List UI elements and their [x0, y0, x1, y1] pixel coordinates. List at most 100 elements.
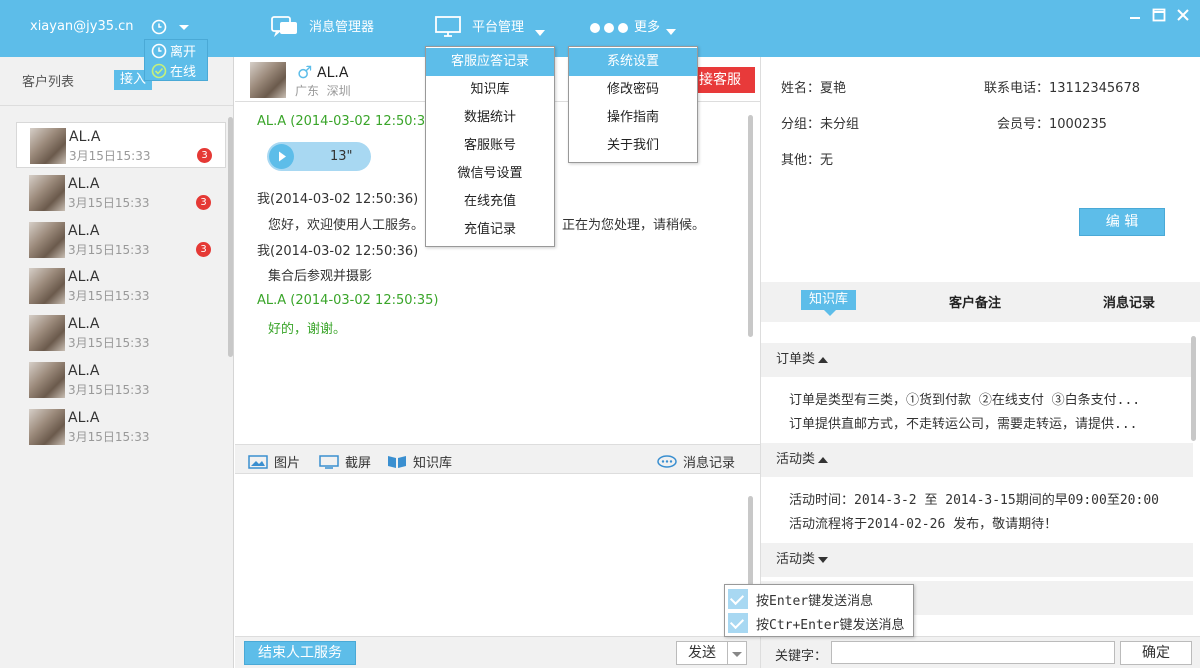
customer-item[interactable]: AL.A 3月15日15:33 3	[16, 122, 226, 168]
menu-item-service-records[interactable]: 客服应答记录	[426, 48, 554, 76]
section-header-activities[interactable]: 活动类	[761, 443, 1193, 477]
chat-scrollbar[interactable]	[748, 115, 753, 337]
message-meta: AL.A (2014-03-02 12:50:35)	[257, 293, 439, 308]
voice-message[interactable]: 13"	[267, 142, 371, 171]
more-menu: 系统设置 修改密码 操作指南 关于我们	[568, 46, 698, 163]
screenshot-icon	[319, 455, 339, 469]
message-manager-label: 消息管理器	[309, 20, 375, 35]
menu-item-online-recharge[interactable]: 在线充值	[426, 188, 554, 216]
other-value: 无	[820, 153, 834, 168]
scrollbar[interactable]	[228, 117, 233, 357]
contact-location: 广东 深圳	[295, 84, 351, 98]
customer-item[interactable]: AL.A 3月15日15:33	[16, 310, 226, 356]
customer-time: 3月15日15:33	[68, 383, 150, 397]
unread-badge: 3	[196, 195, 211, 210]
customer-name: AL.A	[68, 223, 100, 239]
knowledge-tool-label: 知识库	[413, 456, 453, 471]
knowledge-line[interactable]: 活动时间：2014-3-2 至 2014-3-15期间的早09:00至20:00	[789, 489, 1159, 508]
menu-item-guide[interactable]: 操作指南	[569, 104, 697, 132]
group-field: 分组：未分组	[781, 113, 859, 132]
knowledge-line[interactable]: 活动流程将于2014-02-26 发布，敬请期待！	[789, 513, 1057, 532]
knowledge-tool[interactable]: 知识库	[387, 452, 452, 471]
tab-customer-notes[interactable]: 客户备注	[949, 292, 1001, 311]
message-meta: 我(2014-03-02 12:50:36)	[257, 244, 419, 259]
group-value: 未分组	[820, 117, 860, 132]
send-option-ctrl-enter[interactable]: 按Ctr+Enter键发送消息	[725, 611, 913, 635]
menu-item-about[interactable]: 关于我们	[569, 132, 697, 160]
play-icon[interactable]	[269, 144, 295, 169]
unread-badge: 3	[196, 242, 211, 257]
knowledge-line[interactable]: 订单提供直邮方式，不走转运公司，需要走转运，请提供...	[789, 413, 1137, 432]
customer-time: 3月15日15:33	[68, 196, 150, 210]
menu-item-service-accounts[interactable]: 客服账号	[426, 132, 554, 160]
group-label: 分组：	[781, 117, 821, 132]
confirm-button[interactable]: 确定	[1120, 641, 1192, 665]
message-input[interactable]	[235, 474, 760, 636]
send-option-enter[interactable]: 按Enter键发送消息	[725, 587, 913, 611]
image-tool-label: 图片	[274, 456, 301, 471]
book-icon	[388, 456, 406, 468]
chevron-down-icon	[732, 652, 742, 657]
customer-item[interactable]: AL.A 3月15日15:33 3	[16, 217, 226, 263]
customer-name: AL.A	[68, 269, 100, 285]
image-tool[interactable]: 图片	[248, 452, 300, 471]
customer-name: AL.A	[68, 176, 100, 192]
close-button[interactable]	[1176, 8, 1192, 22]
avatar	[29, 315, 65, 351]
menu-item-recharge-records[interactable]: 充值记录	[426, 216, 554, 244]
status-online[interactable]: 在线	[151, 63, 196, 81]
end-service-button[interactable]: 结束人工服务	[244, 641, 356, 665]
close-icon	[1177, 9, 1189, 21]
menu-item-statistics[interactable]: 数据统计	[426, 104, 554, 132]
name-value: 夏艳	[820, 81, 847, 96]
chevron-down-icon	[666, 24, 676, 39]
message-manager-button[interactable]: 消息管理器	[271, 15, 374, 39]
platform-management-button[interactable]: 平台管理	[435, 16, 545, 38]
monitor-icon	[435, 16, 461, 37]
dots-icon	[590, 20, 632, 35]
edit-button[interactable]: 编 辑	[1079, 208, 1165, 236]
menu-item-knowledge-base[interactable]: 知识库	[426, 76, 554, 104]
menu-item-system-settings[interactable]: 系统设置	[569, 48, 697, 76]
menu-item-change-password[interactable]: 修改密码	[569, 76, 697, 104]
message-text: 您好，欢迎使用人工服务。	[268, 218, 425, 233]
customer-time: 3月15日15:33	[68, 289, 150, 303]
customer-item[interactable]: AL.A 3月15日15:33	[16, 263, 226, 309]
tab-message-history[interactable]: 消息记录	[1103, 292, 1155, 311]
message-text: 好的，谢谢。	[268, 322, 347, 337]
customer-item[interactable]: AL.A 3月15日15:33	[16, 357, 226, 403]
maximize-button[interactable]	[1152, 8, 1168, 22]
status-away[interactable]: 离开	[151, 43, 196, 61]
section-header-activities-collapsed[interactable]: 活动类	[761, 543, 1193, 577]
transfer-button[interactable]: 接客服	[693, 67, 755, 93]
knowledge-scrollbar[interactable]	[1191, 336, 1196, 441]
knowledge-line[interactable]: 订单是类型有三类，①货到付款 ②在线支付 ③白条支付...	[789, 389, 1140, 408]
send-option-label: 按Ctr+Enter键发送消息	[756, 618, 905, 633]
tab-knowledge[interactable]: 知识库	[801, 290, 857, 310]
customer-time: 3月15日15:33	[68, 243, 150, 257]
section-header-orders[interactable]: 订单类	[761, 343, 1193, 377]
keyword-input[interactable]	[831, 641, 1115, 664]
input-scrollbar[interactable]	[748, 496, 753, 586]
menu-item-wechat-settings[interactable]: 微信号设置	[426, 160, 554, 188]
clock-icon	[151, 43, 167, 59]
contact-name: AL.A	[317, 65, 349, 81]
avatar	[29, 362, 65, 398]
customer-item[interactable]: AL.A 3月15日15:33 3	[16, 170, 226, 216]
minimize-icon	[1130, 17, 1140, 19]
phone-field: 联系电话：13112345678	[984, 77, 1140, 96]
chat-bottom-bar: 结束人工服务 发送	[235, 636, 760, 668]
history-tool[interactable]: 消息记录	[657, 452, 735, 471]
customer-item[interactable]: AL.A 3月15日15:33	[16, 404, 226, 450]
send-button[interactable]: 发送	[676, 641, 728, 665]
minimize-button[interactable]	[1128, 8, 1144, 22]
send-options-button[interactable]	[727, 641, 747, 665]
status-selector[interactable]	[151, 19, 191, 39]
collapse-icon	[818, 356, 829, 363]
chat-toolbar: 图片 截屏 知识库 消息记录	[235, 444, 760, 474]
screenshot-tool[interactable]: 截屏	[319, 452, 371, 471]
name-field: 姓名：夏艳	[781, 77, 846, 96]
avatar	[30, 128, 66, 164]
other-label: 其他：	[781, 153, 821, 168]
platform-management-menu: 客服应答记录 知识库 数据统计 客服账号 微信号设置 在线充值 充值记录	[425, 46, 555, 247]
